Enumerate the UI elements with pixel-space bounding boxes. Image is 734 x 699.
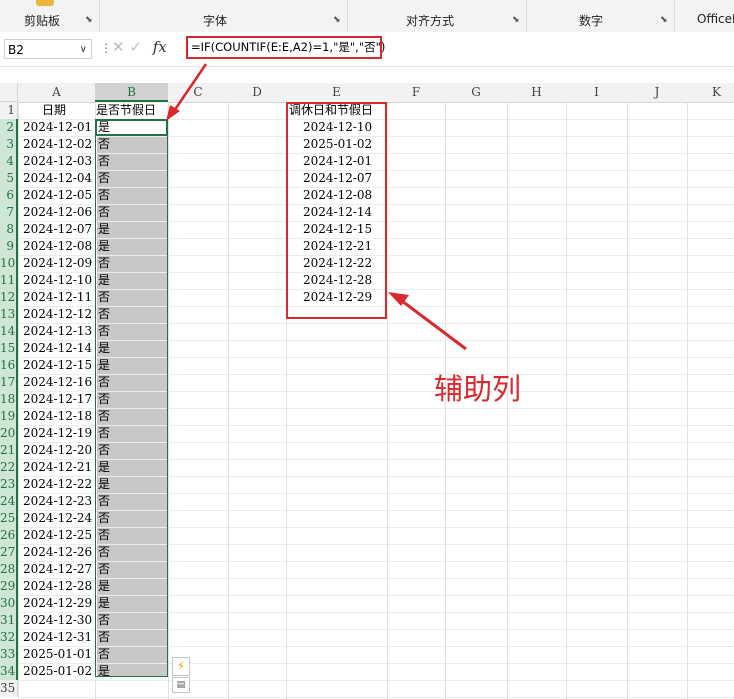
annotation-arrows (166, 63, 467, 351)
annotation-label: 辅助列 (434, 372, 522, 406)
quick-analysis-icon[interactable]: ▤ (172, 677, 190, 693)
flash-fill-icon[interactable]: ⚡ (172, 657, 190, 676)
